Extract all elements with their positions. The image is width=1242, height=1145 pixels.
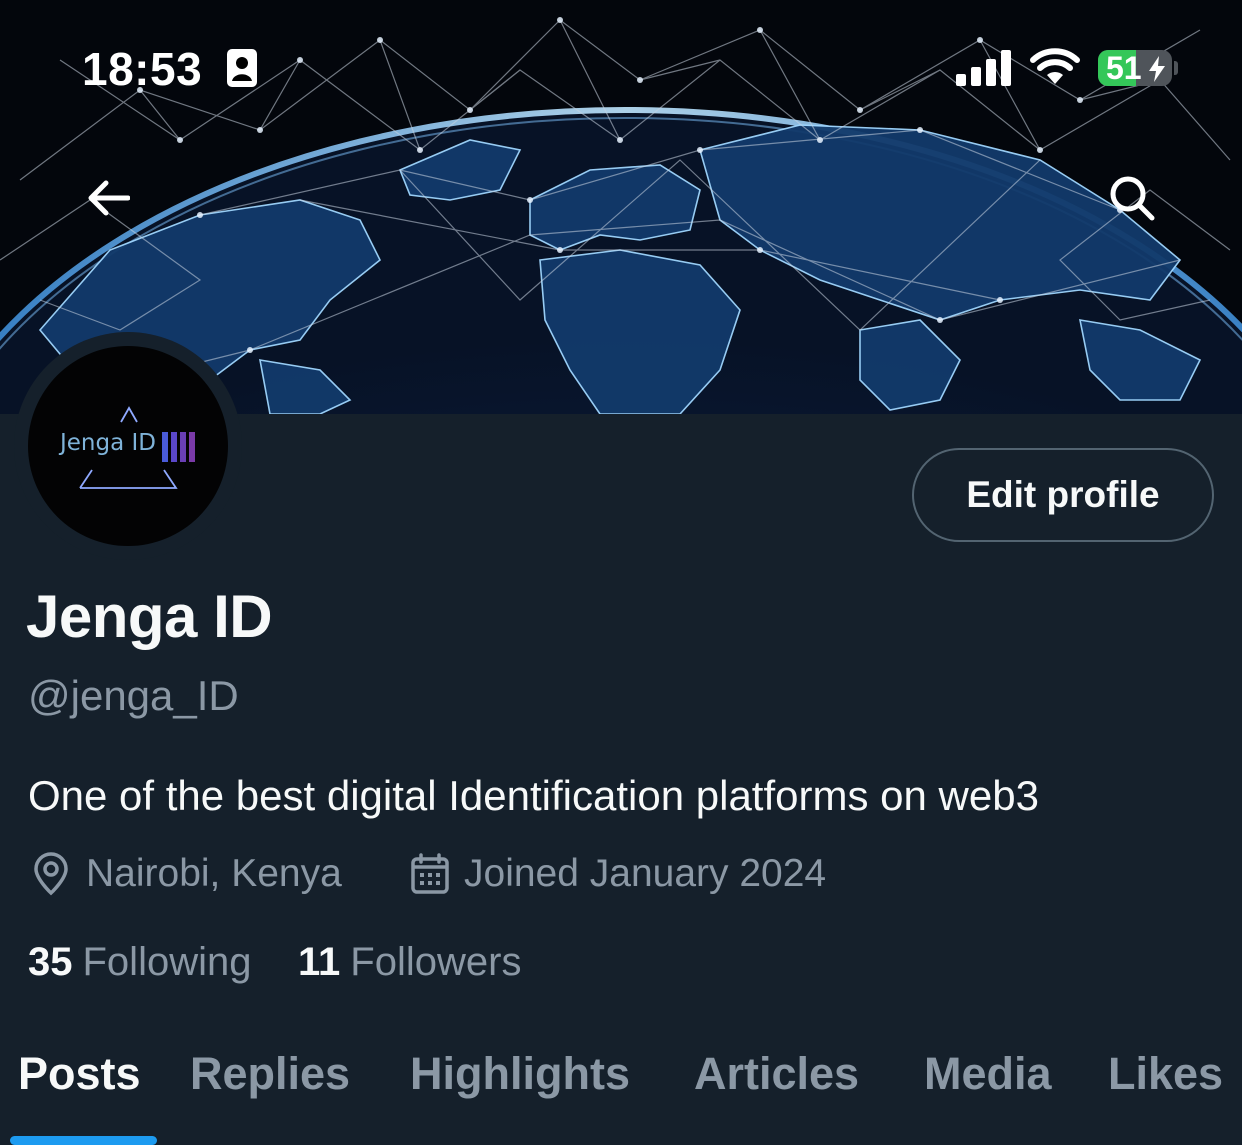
- tab-articles[interactable]: Articles: [694, 1048, 859, 1100]
- search-button[interactable]: [1097, 163, 1167, 233]
- join-date: Joined January 2024: [410, 852, 826, 896]
- search-icon: [1110, 176, 1155, 221]
- profile-page: 18:53 51 Jenga ID Edit profile Jenga ID …: [0, 0, 1242, 1145]
- calendar-icon: [411, 853, 449, 894]
- profile-handle: @jenga_ID: [28, 672, 239, 719]
- tab-replies[interactable]: Replies: [190, 1048, 350, 1100]
- contact-card-icon: [227, 49, 257, 87]
- signal-icon: [956, 50, 1011, 86]
- following-link[interactable]: 35 Following: [28, 940, 251, 985]
- status-time: 18:53: [82, 43, 203, 95]
- followers-label: Followers: [350, 940, 522, 984]
- following-count: 35: [28, 940, 73, 984]
- back-button[interactable]: [73, 163, 143, 233]
- tab-media[interactable]: Media: [924, 1048, 1052, 1100]
- avatar-text: Jenga ID: [60, 430, 157, 456]
- tab-highlights[interactable]: Highlights: [410, 1048, 630, 1100]
- join-date-text: Joined January 2024: [464, 852, 827, 895]
- active-tab-indicator: [10, 1136, 157, 1145]
- location-text: Nairobi, Kenya: [86, 852, 342, 895]
- display-name: Jenga ID: [26, 583, 273, 650]
- status-bar: 18:53 51: [0, 0, 1242, 140]
- wifi-icon: [1030, 48, 1080, 84]
- location-pin-icon: [34, 852, 68, 896]
- arrow-left-icon: [88, 180, 130, 216]
- followers-count: 11: [298, 940, 341, 984]
- battery-icon: 51: [1098, 50, 1172, 86]
- battery-level: 51: [1106, 50, 1142, 86]
- following-label: Following: [82, 940, 252, 984]
- location: Nairobi, Kenya: [30, 852, 342, 896]
- profile-bio: One of the best digital Identification p…: [28, 772, 1039, 819]
- charging-bolt-icon: [1149, 56, 1165, 82]
- profile-tabs: Posts Replies Highlights Articles Media …: [0, 1048, 1242, 1145]
- tab-posts[interactable]: Posts: [18, 1048, 141, 1100]
- edit-profile-button[interactable]: Edit profile: [912, 448, 1214, 542]
- battery-cap: [1174, 61, 1178, 75]
- avatar[interactable]: Jenga ID: [28, 346, 228, 546]
- followers-link[interactable]: 11 Followers: [298, 940, 521, 985]
- tab-likes[interactable]: Likes: [1108, 1048, 1223, 1100]
